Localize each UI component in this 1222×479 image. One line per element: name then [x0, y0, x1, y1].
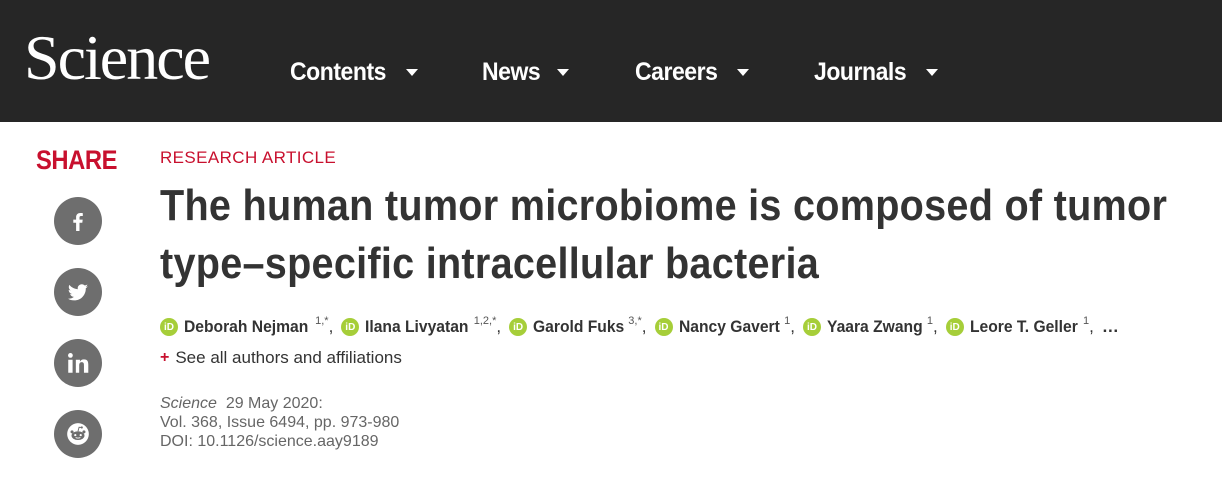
author-link[interactable]: iD Deborah Nejman 1,*: [160, 315, 329, 337]
orcid-icon[interactable]: iD: [341, 318, 360, 336]
share-twitter-button[interactable]: [54, 268, 102, 316]
nav-careers[interactable]: Careers: [635, 54, 749, 90]
author-affiliation: 1,*: [315, 315, 329, 327]
article-title-line-1: The human tumor microbiome is composed o…: [160, 181, 1168, 230]
article-title: The human tumor microbiome is composed o…: [160, 177, 1200, 293]
author-separator: ,: [328, 317, 334, 336]
author-link[interactable]: iD Nancy Gavert 1: [654, 315, 791, 337]
reddit-icon: [67, 423, 89, 445]
author-name: Deborah Nejman: [184, 317, 309, 336]
plus-icon: +: [160, 349, 170, 366]
author-name: Leore T. Geller: [969, 317, 1078, 336]
author-separator: ,: [496, 317, 502, 336]
nav-contents-label: Contents: [290, 58, 386, 86]
orcid-icon[interactable]: iD: [160, 318, 178, 336]
citation-volume: Vol. 368, Issue 6494, pp. 973-980: [160, 414, 400, 431]
share-facebook-button[interactable]: [54, 197, 102, 245]
chevron-down-icon: [557, 68, 570, 76]
nav-journals[interactable]: Journals: [814, 54, 939, 90]
author-affiliation: 1: [784, 315, 791, 327]
author-separator: ,: [1089, 317, 1094, 336]
citation-journal-line: Science 29 May 2020:: [160, 394, 399, 413]
chevron-down-icon: [926, 68, 939, 76]
share-heading: SHARE: [36, 145, 117, 175]
nav-news[interactable]: News: [482, 54, 570, 90]
author-link[interactable]: iD Ilana Livyatan 1,2,*: [341, 315, 497, 337]
author-name: Ilana Livyatan: [365, 317, 469, 336]
citation-doi[interactable]: DOI: 10.1126/science.aay9189: [160, 432, 399, 451]
orcid-icon[interactable]: iD: [654, 318, 673, 336]
author-affiliation: 3,*: [628, 315, 642, 327]
citation-block: Science 29 May 2020: Vol. 368, Issue 649…: [160, 394, 399, 451]
author-name: Garold Fuks: [533, 317, 625, 336]
nav-news-label: News: [482, 58, 541, 86]
citation-journal: Science: [160, 395, 217, 412]
orcid-icon[interactable]: iD: [802, 318, 821, 336]
author-link[interactable]: iD Yaara Zwang 1: [802, 315, 934, 337]
author-separator: ,: [790, 317, 795, 336]
see-all-authors-label: See all authors and affiliations: [175, 348, 402, 367]
more-authors-ellipsis: …: [1101, 317, 1119, 336]
top-navigation-bar: Science Contents News Careers Journals: [0, 0, 1222, 122]
author-separator: ,: [933, 317, 938, 336]
twitter-icon: [67, 284, 88, 301]
nav-careers-label: Careers: [635, 58, 718, 86]
article-type-label: RESEARCH ARTICLE: [160, 148, 337, 167]
author-name: Yaara Zwang: [826, 317, 923, 336]
see-all-authors-link[interactable]: + See all authors and affiliations: [160, 348, 402, 368]
science-logo[interactable]: Science: [24, 18, 211, 98]
author-separator: ,: [641, 317, 647, 336]
citation-date: 29 May 2020:: [225, 395, 323, 412]
orcid-icon[interactable]: iD: [945, 318, 964, 336]
nav-contents[interactable]: Contents: [290, 54, 419, 90]
author-affiliation: 1,2,*: [473, 315, 497, 327]
article-title-line-2: type–specific intracellular bacteria: [160, 239, 820, 288]
share-linkedin-button[interactable]: [54, 339, 102, 387]
author-affiliation: 1: [926, 315, 934, 327]
linkedin-icon: [68, 353, 89, 373]
author-link[interactable]: iD Garold Fuks 3,*: [509, 315, 642, 337]
author-affiliation: 1: [1082, 315, 1090, 327]
chevron-down-icon: [406, 68, 419, 76]
share-reddit-button[interactable]: [54, 410, 102, 458]
author-list: iD Deborah Nejman 1,* , iD Ilana Livyata…: [160, 315, 1119, 337]
orcid-icon[interactable]: iD: [509, 318, 528, 336]
author-link[interactable]: iD Leore T. Geller 1: [945, 315, 1090, 337]
chevron-down-icon: [736, 68, 749, 76]
facebook-icon: [73, 213, 83, 231]
author-name: Nancy Gavert: [678, 317, 780, 336]
nav-journals-label: Journals: [814, 58, 907, 86]
